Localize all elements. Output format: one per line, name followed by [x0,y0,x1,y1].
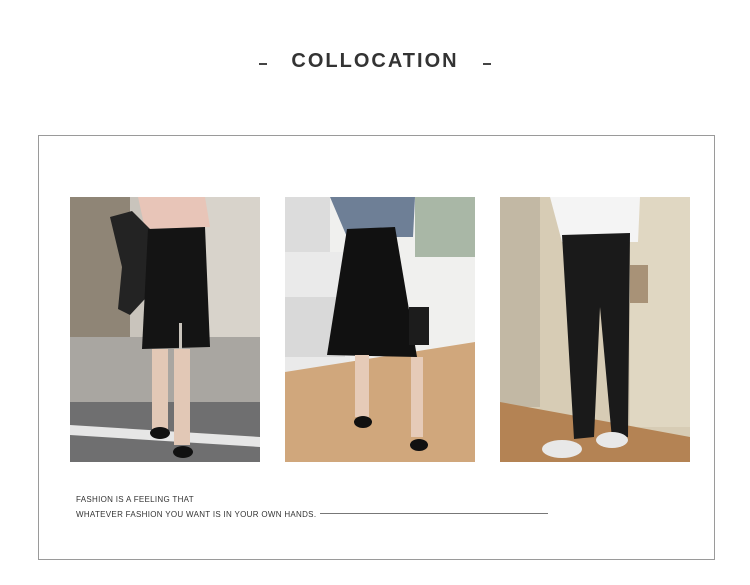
outfit-photo-flared-trousers [500,197,690,462]
outfit-photo-1-image [70,197,260,462]
header-dash-left [259,63,268,65]
caption-divider [320,513,548,514]
caption-line-2: WHATEVER FASHION YOU WANT IS IN YOUR OWN… [76,510,317,519]
outfit-photo-3-image [500,197,690,462]
section-title: COLLOCATION [291,49,459,72]
caption-line-1: FASHION IS A FEELING THAT [76,495,194,504]
outfit-photo-2-image [285,197,475,462]
outfit-photo-a-line-skirt [285,197,475,462]
caption: FASHION IS A FEELING THAT WHATEVER FASHI… [76,492,316,522]
header-dash-right [482,63,491,65]
section-header: COLLOCATION [0,44,750,78]
outfit-photo-pencil-skirt [70,197,260,462]
